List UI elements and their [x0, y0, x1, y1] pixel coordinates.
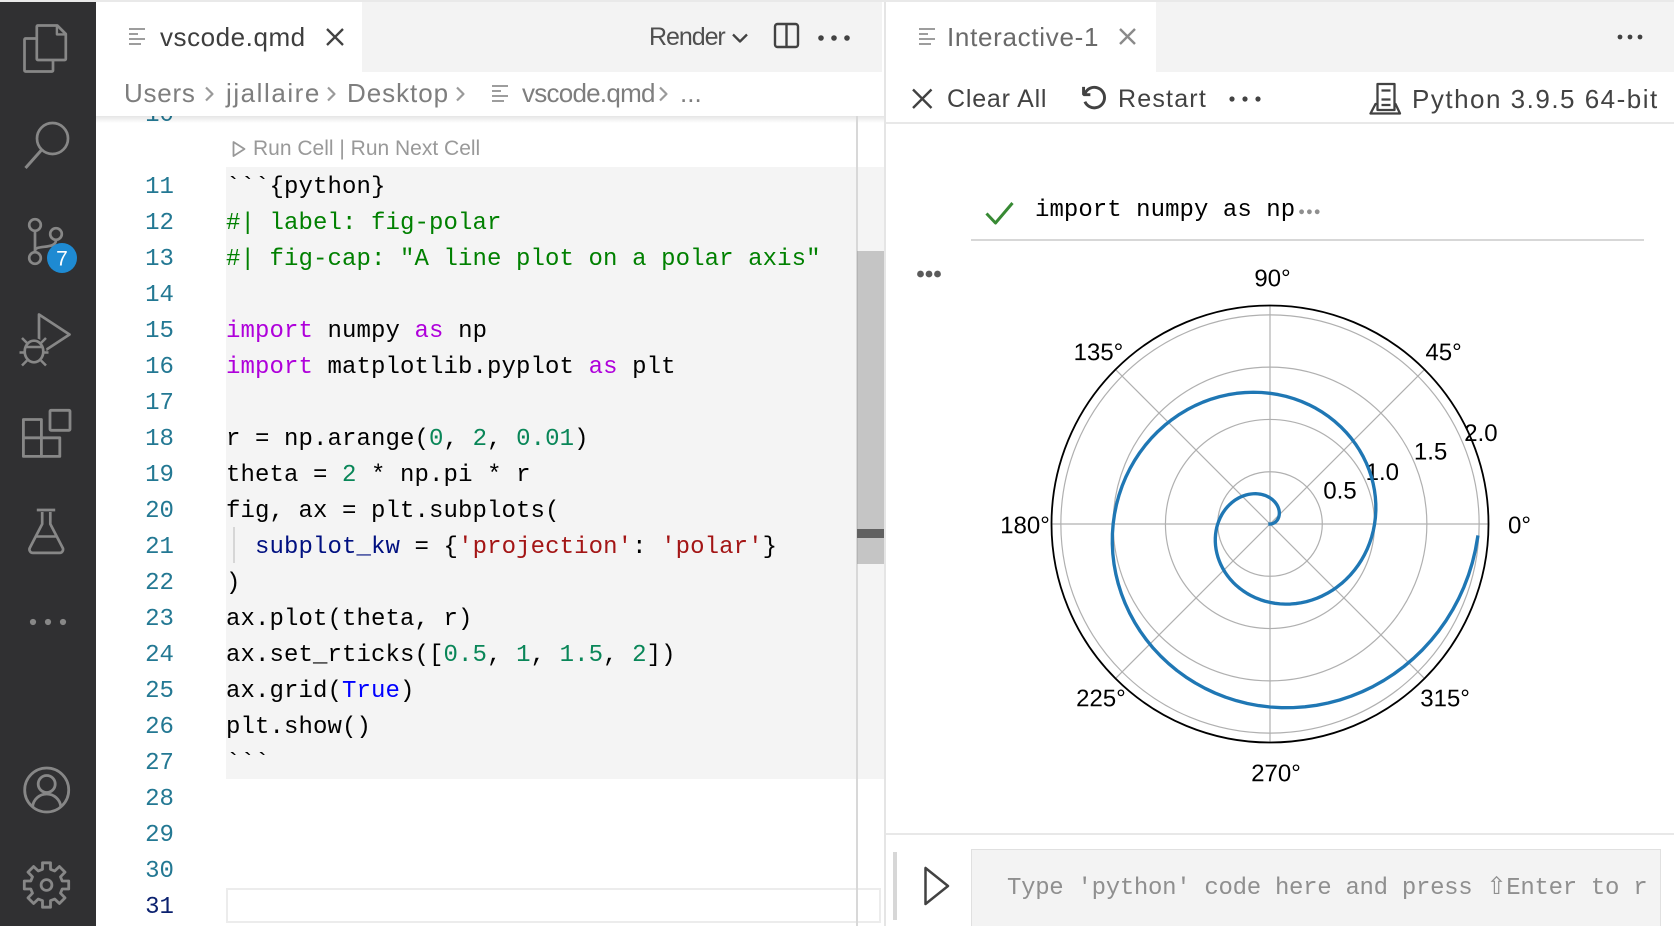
svg-text:7: 7	[56, 248, 68, 271]
